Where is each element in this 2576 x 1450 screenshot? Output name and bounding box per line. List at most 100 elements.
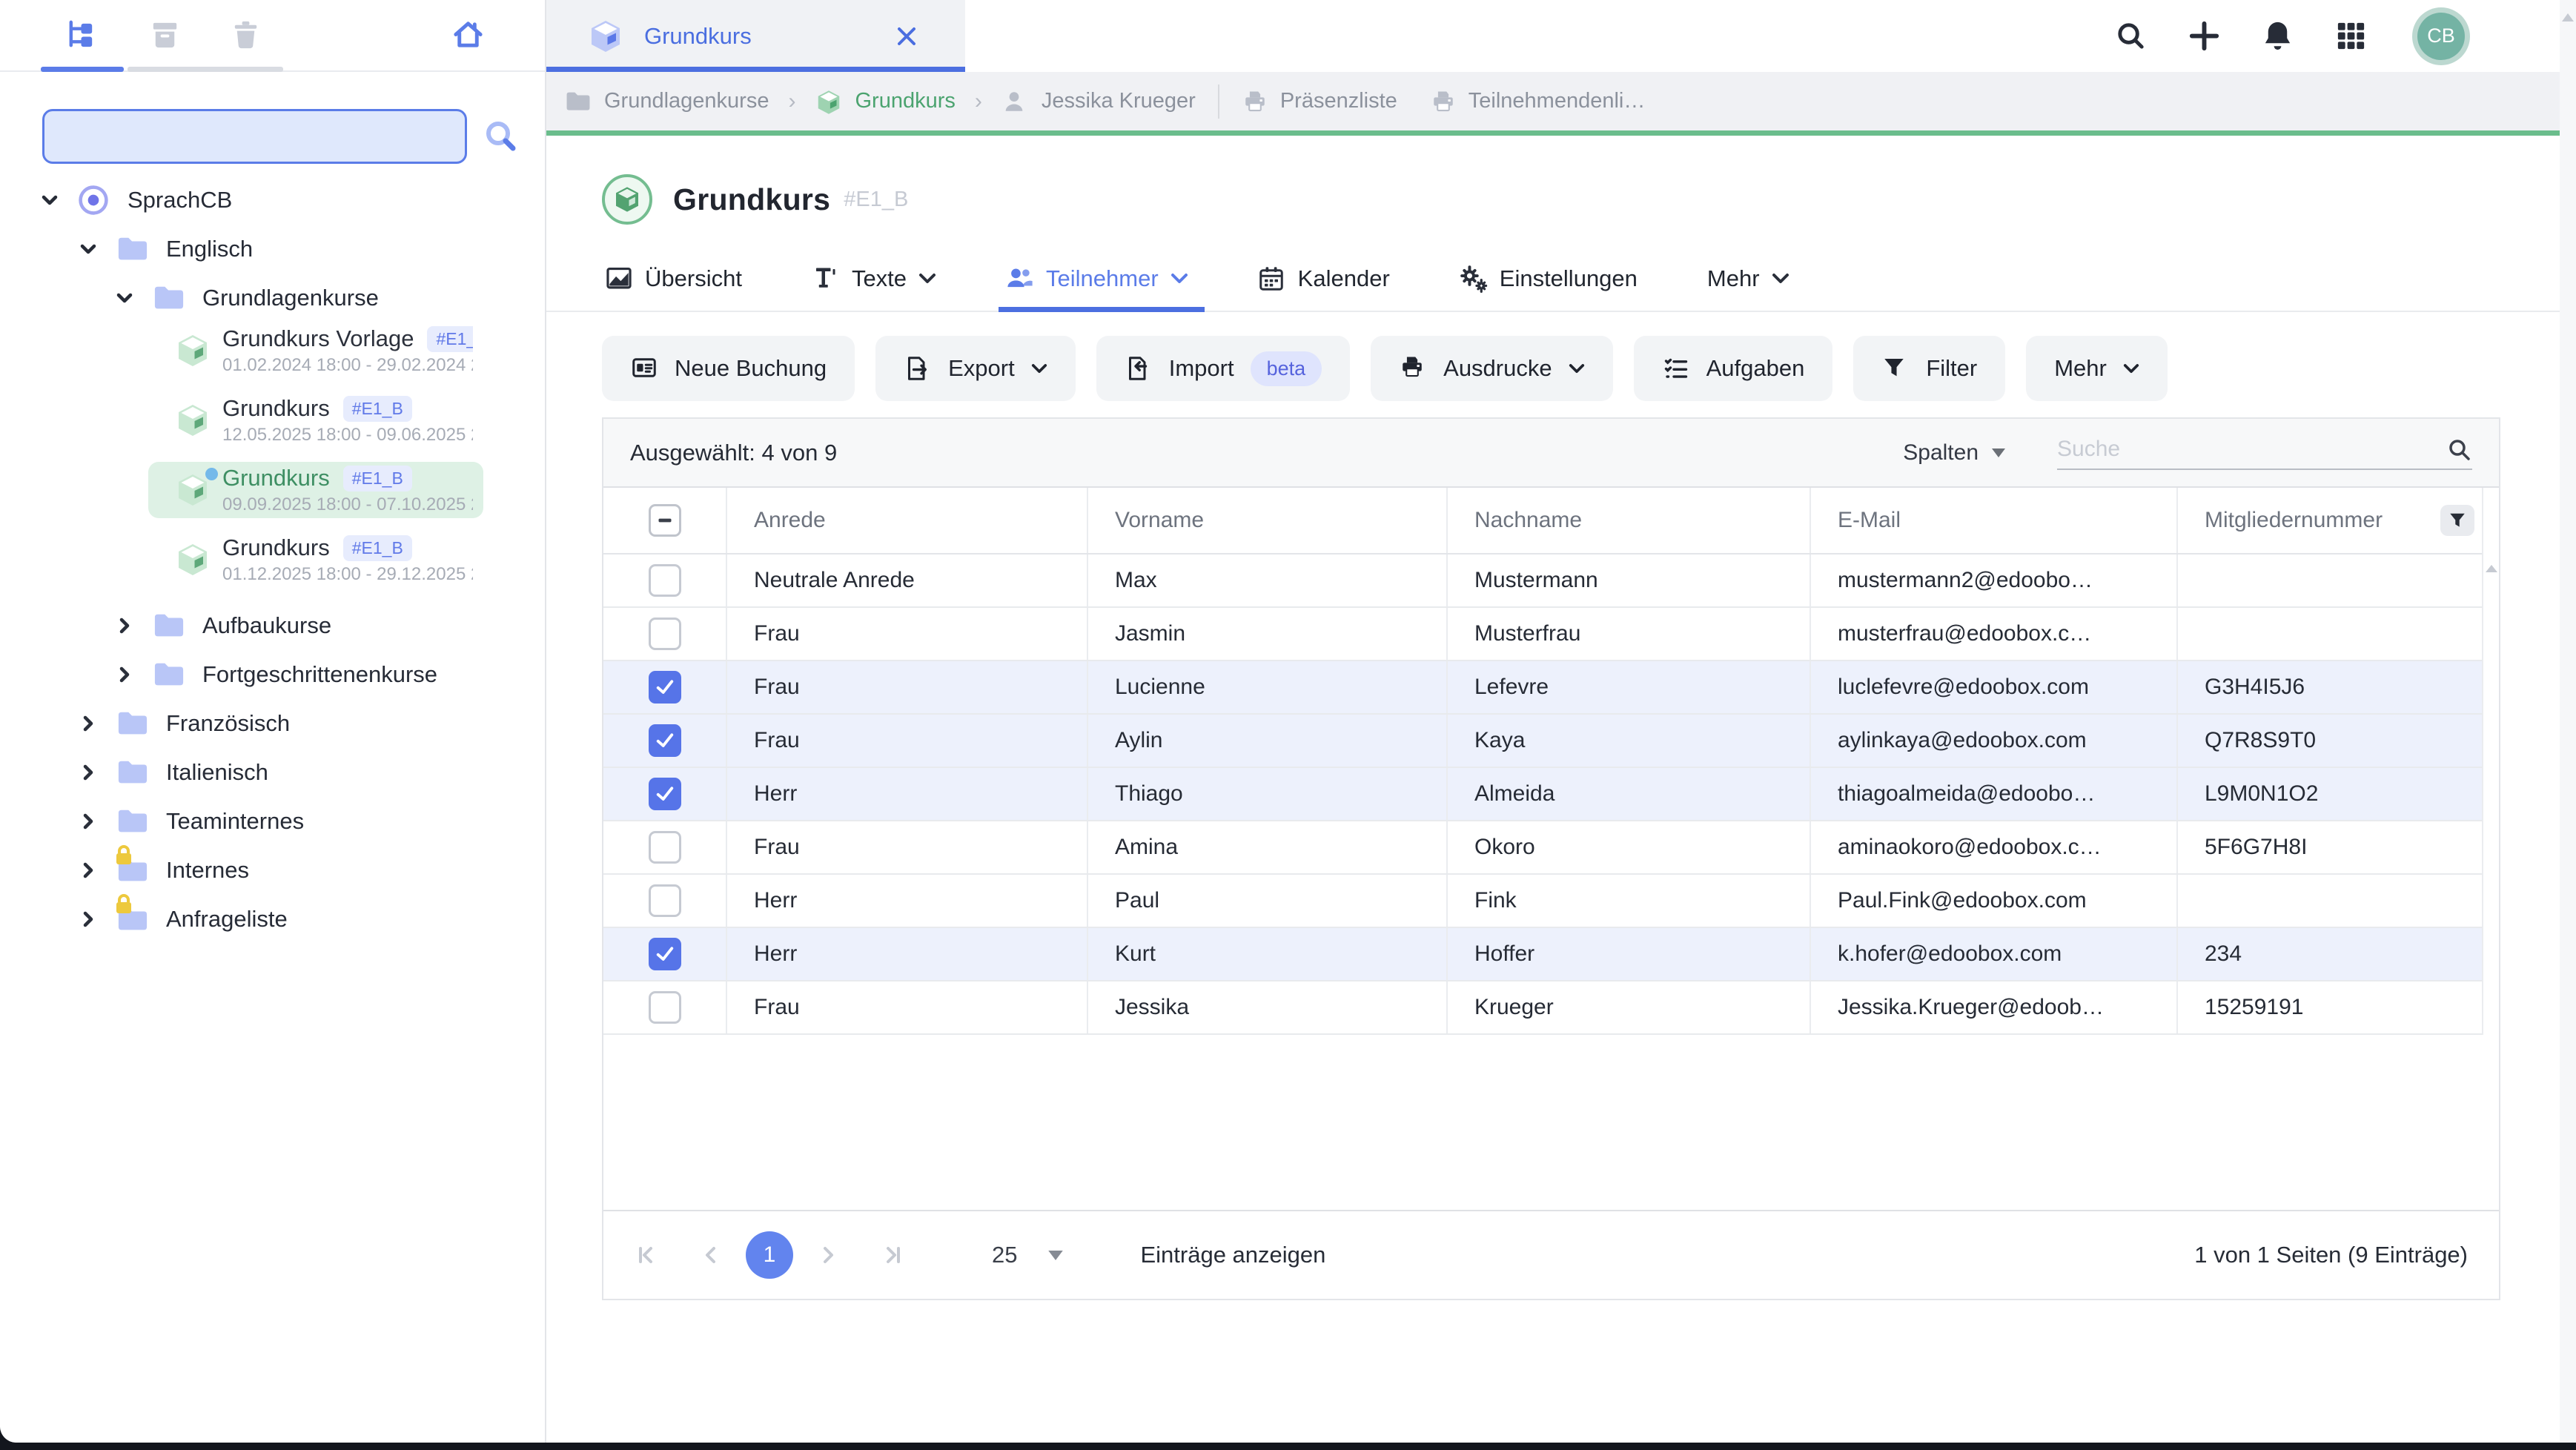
row-checkbox[interactable] bbox=[649, 778, 681, 810]
table-row[interactable]: HerrThiagoAlmeidathiagoalmeida@edoobo…L9… bbox=[603, 768, 2482, 821]
add-icon[interactable] bbox=[2187, 19, 2222, 53]
tree-item-folder[interactable]: Internes bbox=[0, 846, 545, 895]
tree-course[interactable]: Grundkurs Vorlage#E1_B 01.02.2024 18:00 … bbox=[148, 322, 483, 379]
tree-item-folder[interactable]: Französisch bbox=[0, 699, 545, 748]
column-header[interactable]: Anrede bbox=[727, 488, 1088, 553]
tree-item-folder[interactable]: Fortgeschrittenenkurse bbox=[0, 650, 545, 699]
tree-item-course[interactable]: Grundkurs#E1_B 12.05.2025 18:00 - 09.06.… bbox=[0, 392, 545, 462]
column-header[interactable]: E-Mail bbox=[1811, 488, 2178, 553]
row-checkbox-cell bbox=[603, 554, 727, 606]
mehr-button[interactable]: Mehr bbox=[2026, 336, 2168, 401]
next-page-icon[interactable] bbox=[817, 1244, 839, 1266]
table-search-icon[interactable] bbox=[2446, 436, 2472, 463]
tree-item-folder[interactable]: Aufbaukurse bbox=[0, 601, 545, 650]
sidebar-toolbar bbox=[0, 0, 545, 72]
print-list-item[interactable]: Teilnehmendenli… bbox=[1430, 89, 1646, 114]
select-all-checkbox[interactable] bbox=[649, 504, 681, 537]
breadcrumb-item[interactable]: Grundlagenkurse bbox=[564, 89, 769, 114]
row-checkbox-cell bbox=[603, 715, 727, 767]
table-row[interactable]: HerrPaulFinkPaul.Fink@edoobox.com bbox=[603, 875, 2482, 928]
table-row[interactable]: FrauLucienneLefevreluclefevre@edoobox.co… bbox=[603, 661, 2482, 715]
breadcrumb-item[interactable]: Jessika Krueger bbox=[1001, 89, 1196, 114]
table-row[interactable]: FrauJasminMusterfraumusterfrau@edoobox.c… bbox=[603, 608, 2482, 661]
row-checkbox[interactable] bbox=[649, 938, 681, 970]
column-filter-button[interactable] bbox=[2440, 505, 2474, 536]
tree-item-org[interactable]: SprachCB bbox=[0, 176, 545, 225]
tree-item-folder[interactable]: Teaminternes bbox=[0, 797, 545, 846]
aufgaben-button[interactable]: Aufgaben bbox=[1634, 336, 1833, 401]
tab-texte[interactable]: Texte bbox=[809, 256, 948, 311]
ausdrucke-button[interactable]: Ausdrucke bbox=[1371, 336, 1612, 401]
table-scrollbar[interactable] bbox=[2482, 488, 2499, 1035]
trash-icon[interactable] bbox=[228, 18, 263, 53]
apps-grid-icon[interactable] bbox=[2334, 19, 2368, 53]
row-checkbox[interactable] bbox=[649, 991, 681, 1024]
page-scroll-up-arrow[interactable] bbox=[2562, 13, 2574, 21]
tree-item-folder[interactable]: Englisch bbox=[0, 225, 545, 274]
cell-vorname: Amina bbox=[1088, 821, 1448, 873]
tree-item-course[interactable]: Grundkurs#E1_B 09.09.2025 18:00 - 07.10.… bbox=[0, 462, 545, 532]
cell-mitgliedernummer: Q7R8S9T0 bbox=[2178, 715, 2482, 767]
tree-item-folder[interactable]: Grundlagenkurse bbox=[0, 274, 545, 322]
column-header[interactable]: Nachname bbox=[1448, 488, 1811, 553]
tab-übersicht[interactable]: Übersicht bbox=[602, 256, 754, 311]
chevron-right-icon bbox=[113, 615, 136, 637]
tree-item-folder[interactable]: Italienisch bbox=[0, 748, 545, 797]
scroll-up-arrow[interactable] bbox=[2486, 565, 2497, 572]
tree-course[interactable]: Grundkurs#E1_B 12.05.2025 18:00 - 09.06.… bbox=[148, 392, 483, 448]
tree-item-course[interactable]: Grundkurs Vorlage#E1_B 01.02.2024 18:00 … bbox=[0, 322, 545, 392]
row-checkbox[interactable] bbox=[649, 831, 681, 864]
global-search-icon[interactable] bbox=[2113, 19, 2148, 53]
table-row[interactable]: HerrKurtHofferk.hofer@edoobox.com234 bbox=[603, 928, 2482, 981]
row-checkbox[interactable] bbox=[649, 564, 681, 597]
filter-button[interactable]: Filter bbox=[1853, 336, 2005, 401]
course-code: #E1_B bbox=[844, 188, 908, 212]
first-page-icon[interactable] bbox=[635, 1244, 657, 1266]
row-checkbox[interactable] bbox=[649, 724, 681, 757]
current-page-button[interactable]: 1 bbox=[746, 1231, 793, 1279]
archive-icon[interactable] bbox=[148, 18, 182, 53]
table-row[interactable]: FrauAylinKayaaylinkaya@edoobox.comQ7R8S9… bbox=[603, 715, 2482, 768]
row-checkbox[interactable] bbox=[649, 671, 681, 704]
row-checkbox[interactable] bbox=[649, 618, 681, 650]
user-avatar[interactable]: CB bbox=[2417, 13, 2465, 60]
close-tab-icon[interactable] bbox=[895, 25, 918, 47]
document-tab[interactable]: Grundkurs bbox=[546, 0, 965, 72]
tab-kalender[interactable]: Kalender bbox=[1255, 256, 1402, 311]
page-scrollbar[interactable] bbox=[2560, 0, 2576, 1443]
import-button[interactable]: Importbeta bbox=[1096, 336, 1350, 401]
sidebar-search-input[interactable] bbox=[42, 109, 467, 164]
page-size-select[interactable]: 25 bbox=[992, 1242, 1063, 1268]
export-button[interactable]: Export bbox=[875, 336, 1076, 401]
sidebar-search-icon[interactable] bbox=[482, 117, 520, 156]
table-row[interactable]: FrauJessikaKruegerJessika.Krueger@edoob…… bbox=[603, 981, 2482, 1035]
neue-buchung-button[interactable]: Neue Buchung bbox=[602, 336, 855, 401]
prev-page-icon[interactable] bbox=[700, 1244, 722, 1266]
beta-badge: beta bbox=[1251, 351, 1322, 386]
table-row[interactable]: Neutrale AnredeMaxMustermannmustermann2@… bbox=[603, 554, 2482, 608]
tab-mehr[interactable]: Mehr bbox=[1704, 256, 1801, 311]
cell-anrede: Herr bbox=[727, 875, 1088, 927]
tab-einstellungen[interactable]: Einstellungen bbox=[1457, 256, 1649, 311]
tree-course[interactable]: Grundkurs#E1_B 01.12.2025 18:00 - 29.12.… bbox=[148, 532, 483, 588]
tree-course-selected[interactable]: Grundkurs#E1_B 09.09.2025 18:00 - 07.10.… bbox=[148, 462, 483, 518]
notifications-icon[interactable] bbox=[2260, 19, 2295, 53]
tree-item-folder[interactable]: Anfrageliste bbox=[0, 895, 545, 944]
column-header-label: Nachname bbox=[1474, 508, 1582, 533]
column-header[interactable]: Vorname bbox=[1088, 488, 1448, 553]
table-search-input[interactable] bbox=[2057, 437, 2446, 462]
tree-item-course[interactable]: Grundkurs#E1_B 01.12.2025 18:00 - 29.12.… bbox=[0, 532, 545, 601]
row-checkbox[interactable] bbox=[649, 884, 681, 917]
chevron-down-icon bbox=[1031, 363, 1047, 374]
breadcrumb-label: Grundkurs bbox=[855, 89, 955, 113]
last-page-icon[interactable] bbox=[882, 1244, 904, 1266]
columns-button[interactable]: Spalten bbox=[1903, 440, 2005, 466]
print-list-item[interactable]: Präsenzliste bbox=[1242, 89, 1397, 114]
table-row[interactable]: FrauAminaOkoroaminaokoro@edoobox.c…5F6G7… bbox=[603, 821, 2482, 875]
tree-view-icon[interactable] bbox=[64, 18, 99, 53]
column-header[interactable]: Mitgliedernummer bbox=[2178, 488, 2482, 553]
folder-icon bbox=[116, 757, 150, 788]
tab-teilnehmer[interactable]: Teilnehmer bbox=[1003, 256, 1200, 311]
home-icon[interactable] bbox=[451, 18, 486, 53]
breadcrumb-item[interactable]: Grundkurs bbox=[815, 89, 955, 114]
